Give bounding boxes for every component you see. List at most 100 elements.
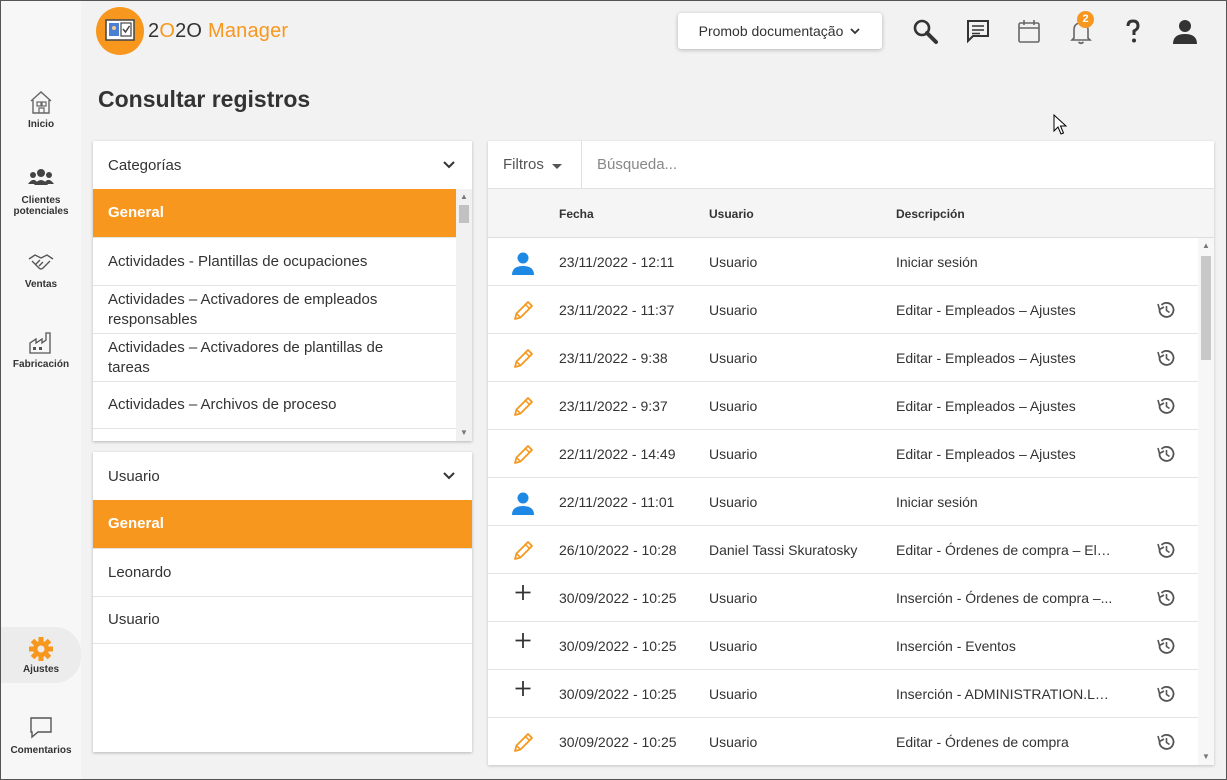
table-row[interactable]: 23/11/2022 - 9:37 Usuario Editar - Emplead… [488, 382, 1198, 430]
mouse-cursor-icon [1053, 114, 1067, 135]
factory-icon [29, 332, 51, 354]
history-icon[interactable] [1155, 395, 1177, 417]
history-icon[interactable] [1155, 539, 1177, 561]
column-header-user[interactable]: Usuario [709, 207, 754, 221]
notification-badge: 2 [1077, 11, 1094, 28]
row-description: Editar - Empleados – Ajustes [896, 350, 1076, 366]
nav-item-ajustes[interactable]: Ajustes [1, 627, 81, 683]
table-row[interactable]: 22/11/2022 - 11:01 Usuario Iniciar sesión [488, 478, 1198, 526]
table-body: 23/11/2022 - 12:11 Usuario Iniciar sesión 2… [488, 238, 1214, 765]
logo-emblem-icon [105, 19, 135, 41]
history-icon[interactable] [1155, 443, 1177, 465]
row-date: 30/09/2022 - 10:25 [559, 638, 677, 654]
table-row[interactable]: 23/11/2022 - 12:11 Usuario Iniciar sesión [488, 238, 1198, 286]
table-scrollbar[interactable]: ▲ ▼ [1198, 238, 1214, 765]
log-table-panel: Filtros Fecha Usuario Descripción 23/11/… [488, 141, 1214, 765]
scrollbar-thumb[interactable] [1201, 256, 1211, 360]
scroll-up-icon[interactable]: ▲ [1201, 241, 1211, 251]
list-item[interactable]: General [93, 500, 472, 548]
filters-dropdown[interactable]: Filtros [488, 141, 582, 188]
row-user: Usuario [709, 590, 758, 606]
table-row[interactable]: 22/11/2022 - 14:49 Usuario Editar - Emplea… [488, 430, 1198, 478]
list-item-label: General [108, 204, 164, 221]
row-user: Usuario [709, 686, 758, 702]
chat-icon[interactable] [963, 16, 993, 46]
nav-item-comentarios[interactable]: Comentarios [1, 715, 81, 756]
history-icon[interactable] [1155, 347, 1177, 369]
table-row[interactable]: 30/09/2022 - 10:25 Usuario Inserción - Órd… [488, 574, 1198, 622]
people-icon [28, 169, 54, 185]
chevron-down-icon [850, 28, 861, 35]
plus-icon [515, 633, 531, 648]
list-item[interactable]: General [93, 189, 456, 237]
caret-down-icon [551, 163, 562, 169]
app-logo[interactable]: 2O2O Manager [96, 7, 288, 55]
list-item-label: Actividades – Archivos de proceso [108, 396, 337, 413]
pencil-icon [514, 445, 533, 464]
scroll-down-icon[interactable]: ▼ [459, 428, 469, 438]
history-icon[interactable] [1155, 587, 1177, 609]
logo-badge [96, 7, 144, 55]
chevron-down-icon [443, 472, 455, 480]
user-icon[interactable] [1170, 16, 1200, 46]
categories-panel: Categorías General Actividades - Plantil… [93, 141, 472, 441]
handshake-icon [28, 254, 54, 270]
pencil-icon [514, 349, 533, 368]
search-bar: Filtros [488, 141, 1214, 189]
history-icon[interactable] [1155, 635, 1177, 657]
row-user: Usuario [709, 398, 758, 414]
row-description: Iniciar sesión [896, 254, 978, 270]
table-row[interactable]: 23/11/2022 - 11:37 Usuario Editar - Emplea… [488, 286, 1198, 334]
table-row[interactable]: 26/10/2022 - 10:28 Daniel Tassi Skuratosk… [488, 526, 1198, 574]
list-item[interactable]: Actividades – Activadores de empleados r… [93, 285, 456, 333]
column-header-description[interactable]: Descripción [896, 207, 965, 221]
categories-header[interactable]: Categorías [93, 141, 472, 189]
logo-text-2o: 2O [175, 19, 203, 42]
row-user: Usuario [709, 638, 758, 654]
list-item[interactable]: Actividades - Plantillas de ocupaciones [93, 237, 456, 285]
history-icon[interactable] [1155, 731, 1177, 753]
pencil-icon [514, 397, 533, 416]
scrollbar-thumb[interactable] [459, 205, 469, 223]
scroll-up-icon[interactable]: ▲ [459, 192, 469, 202]
table-row[interactable]: 30/09/2022 - 10:25 Usuario Inserción - Eve… [488, 622, 1198, 670]
history-icon[interactable] [1155, 683, 1177, 705]
users-header[interactable]: Usuario [93, 452, 472, 500]
column-header-date[interactable]: Fecha [559, 207, 594, 221]
help-icon[interactable] [1118, 16, 1148, 46]
documentation-dropdown[interactable]: Promob documentação [678, 13, 882, 49]
nav-item-clientes-potenciales[interactable]: Clientes potenciales [1, 165, 81, 217]
nav-item-ventas[interactable]: Ventas [1, 249, 81, 290]
users-panel: Usuario General Leonardo Usuario [93, 452, 472, 752]
table-row[interactable]: 30/09/2022 - 10:25 Usuario Editar - Órdene… [488, 718, 1198, 765]
plus-icon [515, 681, 531, 696]
calendar-icon[interactable] [1014, 16, 1044, 46]
table-row[interactable]: 30/09/2022 - 10:25 Usuario Inserción - ADM… [488, 670, 1198, 718]
row-description: Inserción - Órdenes de compra –... [896, 590, 1113, 606]
nav-label-potenciales: potenciales [13, 206, 69, 217]
row-user: Usuario [709, 446, 758, 462]
table-row[interactable]: 23/11/2022 - 9:38 Usuario Editar - Emplead… [488, 334, 1198, 382]
categories-scrollbar[interactable]: ▲ ▼ [456, 189, 472, 441]
list-item-label: Leonardo [108, 563, 172, 581]
row-user: Daniel Tassi Skuratosky [709, 542, 858, 558]
row-date: 22/11/2022 - 11:01 [559, 494, 675, 510]
list-item[interactable]: Usuario [93, 596, 472, 644]
nav-label-fabricacion: Fabricación [12, 359, 70, 370]
search-input[interactable] [582, 141, 1214, 188]
search-icon[interactable] [910, 16, 940, 46]
row-user: Usuario [709, 734, 758, 750]
nav-label-clientes: Clientes [21, 195, 61, 206]
list-item-label: Actividades - Plantillas de ocupaciones [108, 252, 368, 270]
list-item[interactable]: Leonardo [93, 548, 472, 596]
nav-item-fabricacion[interactable]: Fabricación [1, 329, 81, 370]
list-item-label: Usuario [108, 611, 160, 628]
row-description: Iniciar sesión [896, 494, 978, 510]
logo-text-manager: Manager [207, 19, 289, 42]
list-item[interactable]: Actividades – Activadores de plantillas … [93, 333, 456, 381]
list-item[interactable]: Actividades – Archivos de proceso [93, 381, 456, 429]
logo-wordmark: 2O2O Manager [148, 20, 288, 43]
history-icon[interactable] [1155, 299, 1177, 321]
scroll-down-icon[interactable]: ▼ [1201, 752, 1211, 762]
nav-item-inicio[interactable]: Inicio [1, 89, 81, 130]
